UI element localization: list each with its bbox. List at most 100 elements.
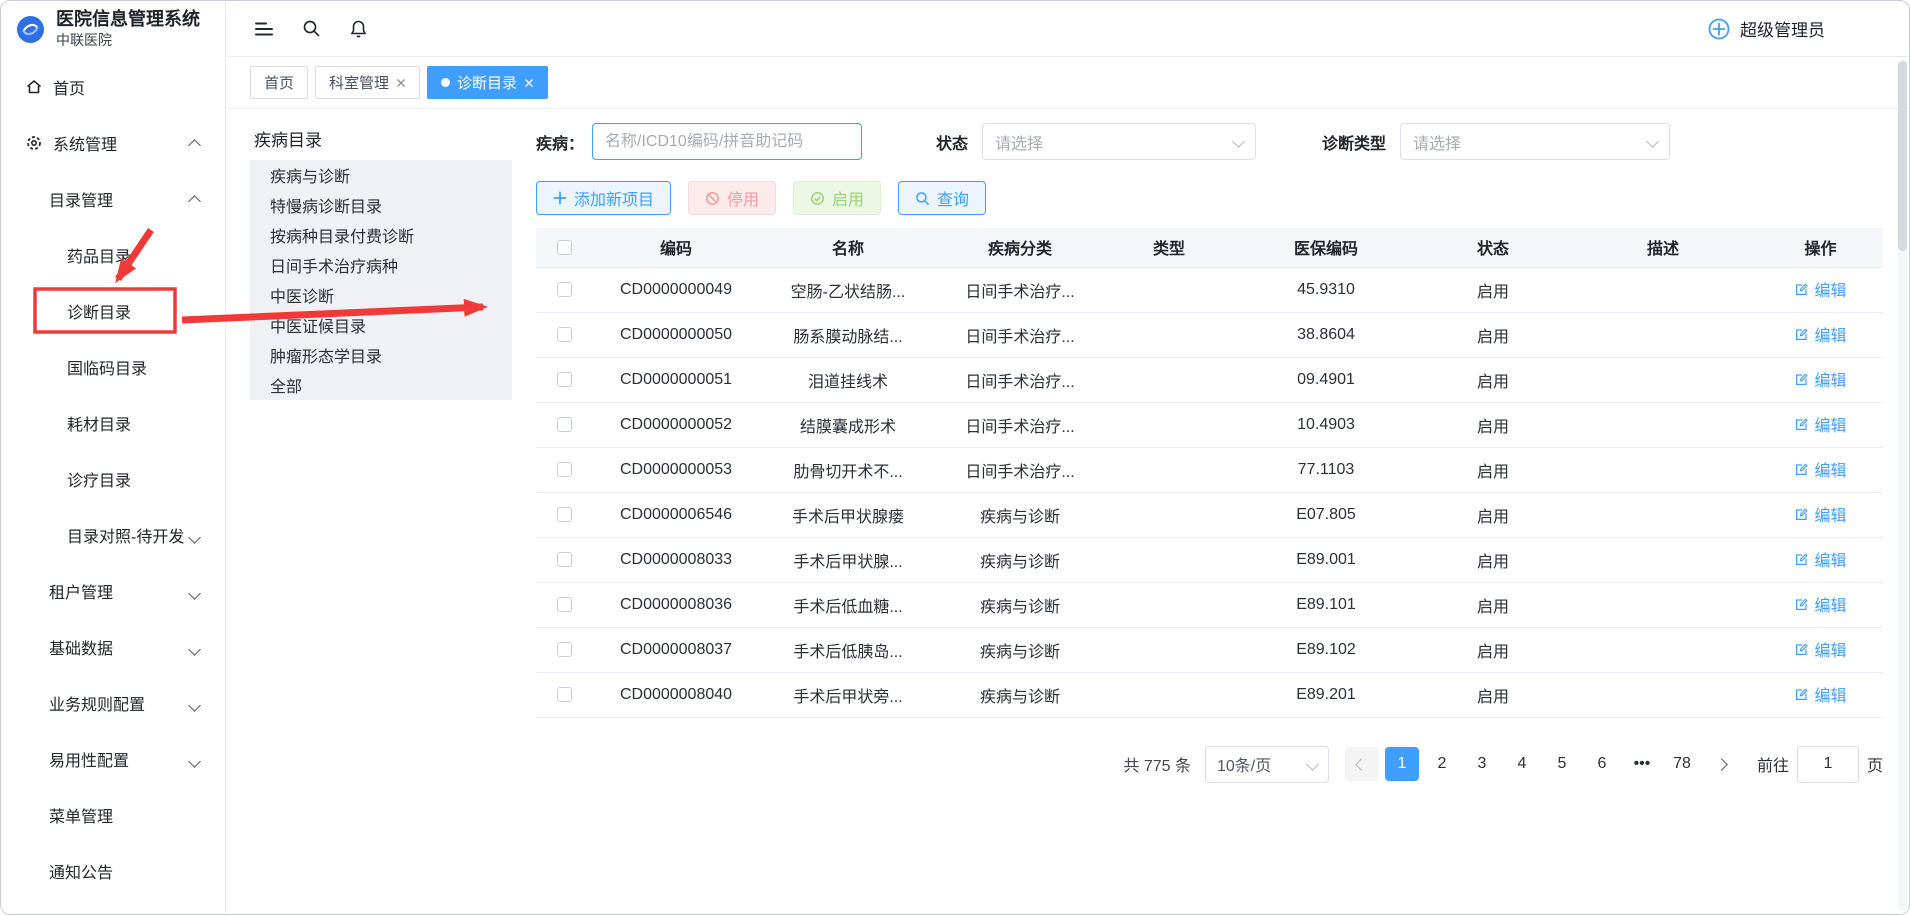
status-filter-label: 状态 <box>936 130 968 154</box>
catalog-item-payment-by-disease[interactable]: 按病种目录付费诊断 <box>250 220 512 250</box>
sidebar-item-label: 通知公告 <box>49 859 113 883</box>
edit-button[interactable]: 编辑 <box>1794 547 1846 571</box>
tab-home[interactable]: 首页 <box>250 66 308 99</box>
disable-button[interactable]: 停用 <box>688 181 776 215</box>
cell-insurance-code: 38.8604 <box>1234 312 1418 357</box>
page-button-1[interactable]: 1 <box>1385 747 1419 781</box>
bell-icon[interactable] <box>349 19 368 39</box>
page-button-4[interactable]: 4 <box>1505 747 1539 781</box>
row-checkbox[interactable] <box>557 462 572 477</box>
ban-icon <box>705 191 720 206</box>
row-checkbox[interactable] <box>557 372 572 387</box>
row-checkbox[interactable] <box>557 597 572 612</box>
edit-button[interactable]: 编辑 <box>1794 637 1846 661</box>
user-badge[interactable]: 超级管理员 <box>1707 16 1825 41</box>
sidebar-item-home[interactable]: 首页 <box>1 59 225 115</box>
prev-page-button[interactable] <box>1345 747 1379 781</box>
edit-button[interactable]: 编辑 <box>1794 367 1846 391</box>
app-subtitle: 中联医院 <box>56 31 200 49</box>
edit-button[interactable]: 编辑 <box>1794 592 1846 616</box>
edit-button[interactable]: 编辑 <box>1794 502 1846 526</box>
sidebar-item-tenant-management[interactable]: 租户管理 <box>1 563 225 619</box>
col-header-insurance-code: 医保编码 <box>1234 228 1418 267</box>
catalog-item-day-surgery[interactable]: 日间手术治疗病种 <box>250 250 512 280</box>
page-button-5[interactable]: 5 <box>1545 747 1579 781</box>
status-select[interactable]: 请选择 <box>982 123 1256 160</box>
diagnosis-type-select[interactable]: 请选择 <box>1400 123 1670 160</box>
add-item-button[interactable]: 添加新项目 <box>536 181 671 215</box>
page-button-2[interactable]: 2 <box>1425 747 1459 781</box>
row-checkbox[interactable] <box>557 507 572 522</box>
page-button-78[interactable]: 78 <box>1665 747 1699 781</box>
col-header-category: 疾病分类 <box>936 228 1104 267</box>
cell-type <box>1104 627 1234 672</box>
catalog-item-tcm-diagnosis[interactable]: 中医诊断 <box>250 280 512 310</box>
chevron-down-icon <box>188 531 201 544</box>
collapse-menu-icon[interactable] <box>254 20 274 38</box>
catalog-item-tcm-syndrome[interactable]: 中医证候目录 <box>250 310 512 340</box>
enable-label: 启用 <box>832 186 864 210</box>
status-select-value: 请选择 <box>995 130 1043 154</box>
more-pages-button[interactable]: ••• <box>1625 747 1659 781</box>
cell-insurance-code: E89.102 <box>1234 627 1418 672</box>
close-icon[interactable] <box>524 78 534 88</box>
sidebar-item-diagnosis-catalog[interactable]: 诊断目录 <box>1 283 225 339</box>
catalog-item-tumor-morphology[interactable]: 肿瘤形态学目录 <box>250 340 512 370</box>
sidebar-item-catalog-management[interactable]: 目录管理 <box>1 171 225 227</box>
enable-button[interactable]: 启用 <box>793 181 881 215</box>
next-page-button[interactable] <box>1705 747 1739 781</box>
sidebar-item-business-rules[interactable]: 业务规则配置 <box>1 675 225 731</box>
edit-icon <box>1794 597 1809 612</box>
select-all-checkbox[interactable] <box>557 240 572 255</box>
edit-icon <box>1794 552 1809 567</box>
edit-button[interactable]: 编辑 <box>1794 412 1846 436</box>
row-checkbox[interactable] <box>557 327 572 342</box>
cell-type <box>1104 402 1234 447</box>
row-checkbox[interactable] <box>557 417 572 432</box>
sidebar-item-national-code-catalog[interactable]: 国临码目录 <box>1 339 225 395</box>
row-checkbox[interactable] <box>557 552 572 567</box>
catalog-item-disease-diagnosis[interactable]: 疾病与诊断 <box>250 160 512 190</box>
tab-department-management[interactable]: 科室管理 <box>315 66 420 99</box>
active-tab-dot <box>441 78 450 87</box>
cell-type <box>1104 447 1234 492</box>
tab-diagnosis-catalog[interactable]: 诊断目录 <box>427 66 548 99</box>
row-checkbox[interactable] <box>557 642 572 657</box>
top-bar: 超级管理员 <box>226 1 1909 57</box>
cell-name: 手术后低血糖... <box>760 582 936 627</box>
edit-button[interactable]: 编辑 <box>1794 322 1846 346</box>
page-size-select[interactable]: 10条/页 <box>1205 746 1329 783</box>
sidebar-item-consumable-catalog[interactable]: 耗材目录 <box>1 395 225 451</box>
row-checkbox[interactable] <box>557 282 572 297</box>
sidebar-item-catalog-mapping[interactable]: 目录对照-待开发 <box>1 507 225 563</box>
edit-button[interactable]: 编辑 <box>1794 277 1846 301</box>
sidebar-item-label: 耗材目录 <box>67 411 131 435</box>
search-icon[interactable] <box>302 19 321 38</box>
disease-input[interactable] <box>605 133 849 151</box>
edit-button[interactable]: 编辑 <box>1794 457 1846 481</box>
cell-code: CD0000000049 <box>592 267 760 312</box>
query-button[interactable]: 查询 <box>898 181 986 215</box>
cell-type <box>1104 672 1234 717</box>
sidebar-item-treatment-catalog[interactable]: 诊疗目录 <box>1 451 225 507</box>
edit-button[interactable]: 编辑 <box>1794 682 1846 706</box>
sidebar-item-drug-catalog[interactable]: 药品目录 <box>1 227 225 283</box>
catalog-item-all[interactable]: 全部 <box>250 370 512 400</box>
sidebar-item-label: 易用性配置 <box>49 747 129 771</box>
edit-icon <box>1794 462 1809 477</box>
close-icon[interactable] <box>396 78 406 88</box>
edit-icon <box>1794 642 1809 657</box>
sidebar-item-base-data[interactable]: 基础数据 <box>1 619 225 675</box>
sidebar-item-menu-management[interactable]: 菜单管理 <box>1 787 225 843</box>
page-button-3[interactable]: 3 <box>1465 747 1499 781</box>
sidebar-item-notice[interactable]: 通知公告 <box>1 843 225 899</box>
brand: 医院信息管理系统 中联医院 <box>1 1 225 57</box>
sidebar-item-usability-config[interactable]: 易用性配置 <box>1 731 225 787</box>
cell-insurance-code: E07.805 <box>1234 492 1418 537</box>
goto-page-input[interactable] <box>1797 746 1859 783</box>
row-checkbox[interactable] <box>557 687 572 702</box>
page-button-6[interactable]: 6 <box>1585 747 1619 781</box>
scrollbar-thumb[interactable] <box>1898 61 1907 251</box>
catalog-item-special-chronic[interactable]: 特慢病诊断目录 <box>250 190 512 220</box>
sidebar-item-system[interactable]: 系统管理 <box>1 115 225 171</box>
